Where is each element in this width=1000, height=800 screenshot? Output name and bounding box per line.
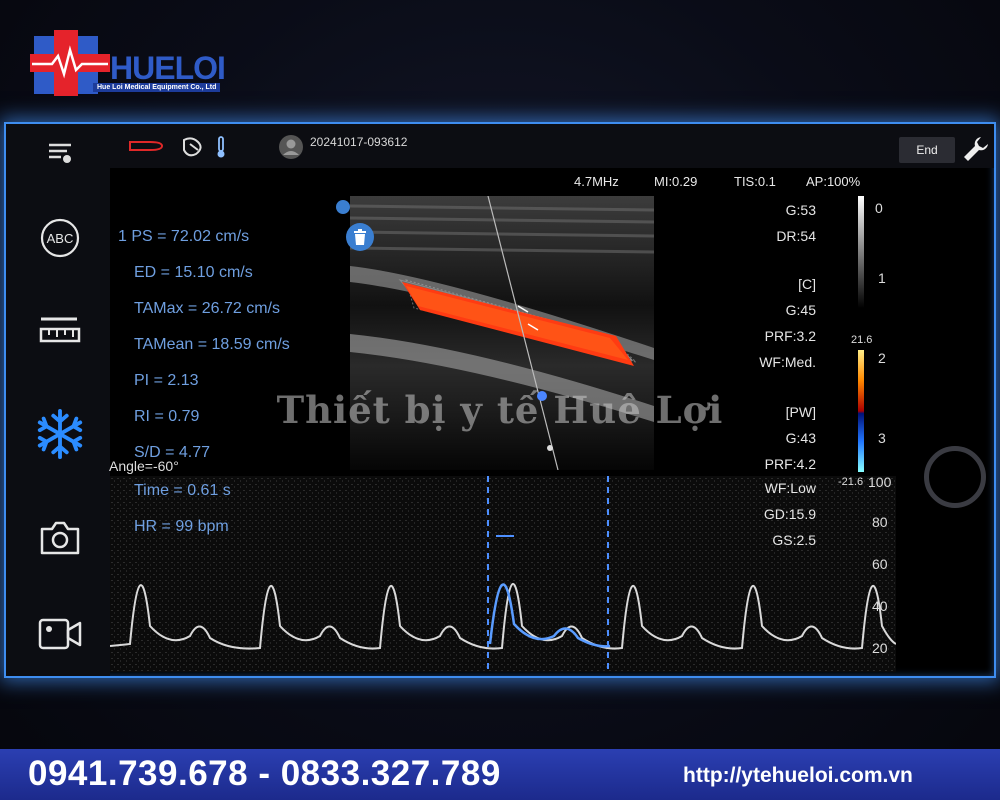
color-doppler-image[interactable] <box>350 196 654 470</box>
pw-wall-filter: WF:Low <box>764 480 816 496</box>
tis-readout: TIS:0.1 <box>734 174 776 189</box>
measurement-tamean: TAMean = 18.59 cm/s <box>134 336 290 353</box>
abc-icon: ABC <box>40 218 80 258</box>
measure-button[interactable] <box>34 306 86 358</box>
ap-readout: AP:100% <box>806 174 861 189</box>
patient-avatar[interactable] <box>278 134 304 165</box>
pw-gate-size: GS:2.5 <box>772 532 816 548</box>
contact-footer: 0941.739.678 - 0833.327.789 http://ytehu… <box>0 749 1000 800</box>
ultrasound-screen: ABC 20241017-093612 End 4.7MHz MI:0.29 T… <box>4 122 996 678</box>
grayscale-label-3: 3 <box>878 430 886 446</box>
measurement-ps: 1 PS = 72.02 cm/s <box>118 228 250 245</box>
velocity-tick-100: 100 <box>868 474 892 490</box>
trash-icon <box>354 229 366 245</box>
thermometer-icon <box>214 135 228 164</box>
color-gain: G:45 <box>785 302 816 318</box>
wrench-settings-icon[interactable] <box>961 134 991 169</box>
color-wall-filter: WF:Med. <box>759 354 816 370</box>
top-bar: 20241017-093612 <box>110 124 994 168</box>
grayscale-bar <box>858 196 864 308</box>
brand-subtitle: Hue Loi Medical Equipment Co., Ltd <box>93 83 221 92</box>
measurement-time: Time = 0.61 s <box>134 482 231 499</box>
camera-button[interactable] <box>34 512 86 564</box>
grayscale-label-1: 1 <box>878 270 886 286</box>
brand-logo: HUELOI Hue Loi Medical Equipment Co., Lt… <box>30 30 235 96</box>
color-scale-top: 21.6 <box>851 334 873 346</box>
abc-annotation-button[interactable]: ABC <box>34 212 86 264</box>
menu-icon[interactable] <box>34 128 86 180</box>
organ-preset-icon[interactable] <box>180 136 206 163</box>
control-knob[interactable] <box>924 446 986 508</box>
pw-gain: G:43 <box>785 430 816 446</box>
delete-button[interactable] <box>346 223 374 251</box>
frequency-readout: 4.7MHz <box>574 174 619 189</box>
ruler-icon <box>39 317 81 343</box>
measurement-ed: ED = 15.10 cm/s <box>134 264 253 281</box>
color-scale-bottom: -21.6 <box>838 476 864 488</box>
color-velocity-bar <box>858 350 864 472</box>
exam-timestamp: 20241017-093612 <box>310 135 408 149</box>
measurement-tamax: TAMax = 26.72 cm/s <box>134 300 280 317</box>
svg-text:ABC: ABC <box>47 231 74 246</box>
grayscale-label-0: 0 <box>875 200 883 216</box>
video-camera-icon <box>38 618 82 650</box>
doppler-angle: Angle=-60° <box>109 458 179 474</box>
end-exam-button[interactable]: End <box>899 137 955 163</box>
grayscale-label-2: 2 <box>878 350 886 366</box>
website-link[interactable]: http://ytehueloi.com.vn <box>683 764 913 788</box>
pw-gate-depth: GD:15.9 <box>763 506 816 522</box>
pw-prf: PRF:4.2 <box>764 456 816 472</box>
gain-2d: G:53 <box>785 202 816 218</box>
phone-numbers: 0941.739.678 - 0833.327.789 <box>28 754 501 793</box>
measurement-hr: HR = 99 bpm <box>134 518 229 535</box>
color-mode-title: [C] <box>798 276 816 292</box>
pw-mode-title: [PW] <box>785 404 816 420</box>
measurement-ri: RI = 0.79 <box>134 408 200 425</box>
video-record-button[interactable] <box>34 608 86 660</box>
measurement-pi: PI = 2.13 <box>134 372 199 389</box>
left-sidebar: ABC <box>6 124 110 676</box>
dynamic-range: DR:54 <box>776 228 816 244</box>
velocity-tick-80: 80 <box>872 514 888 530</box>
velocity-tick-60: 60 <box>872 556 888 572</box>
probe-icon[interactable] <box>128 134 164 163</box>
camera-icon <box>40 521 80 555</box>
snowflake-icon <box>37 408 83 460</box>
brand-name: HUELOI <box>110 50 226 86</box>
expand-handle-icon[interactable] <box>336 200 350 214</box>
velocity-tick-40: 40 <box>872 598 888 614</box>
color-prf: PRF:3.2 <box>764 328 816 344</box>
freeze-button[interactable] <box>34 408 86 460</box>
velocity-tick-20: 20 <box>872 640 888 656</box>
mi-readout: MI:0.29 <box>654 174 698 189</box>
